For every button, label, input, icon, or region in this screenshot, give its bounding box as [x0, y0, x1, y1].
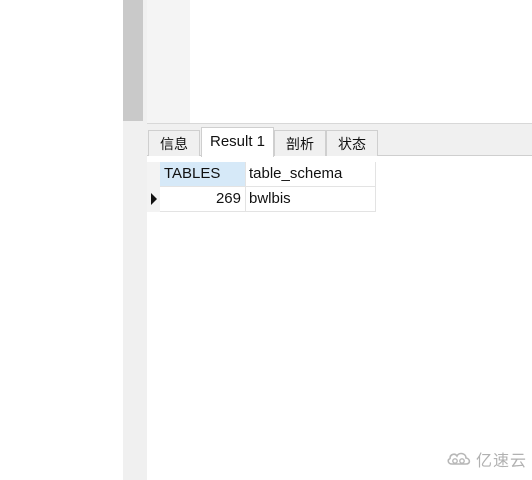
tab-result-1[interactable]: Result 1	[201, 127, 274, 157]
current-row-arrow-icon	[151, 193, 157, 205]
column-header-tables[interactable]: TABLES	[160, 162, 246, 187]
editor-line-gutter	[147, 0, 190, 124]
cloud-logo-icon	[447, 452, 471, 465]
table-cell-tables[interactable]: 269	[160, 187, 246, 212]
tab-profile[interactable]: 剖析	[274, 130, 326, 156]
tab-info[interactable]: 信息	[148, 130, 200, 156]
query-editor[interactable]	[147, 0, 532, 124]
column-header-table-schema[interactable]: table_schema	[246, 162, 376, 187]
scrollbar-thumb[interactable]	[123, 0, 143, 121]
watermark-text: 亿速云	[476, 451, 528, 470]
left-blank-area	[0, 0, 123, 480]
watermark: 亿速云	[446, 447, 527, 471]
table-cell-table-schema[interactable]: bwlbis	[246, 187, 376, 212]
navicat-query-window: 信息 Result 1 剖析 状态 TABLES table_schema 26…	[0, 0, 532, 480]
tab-status[interactable]: 状态	[326, 130, 378, 156]
